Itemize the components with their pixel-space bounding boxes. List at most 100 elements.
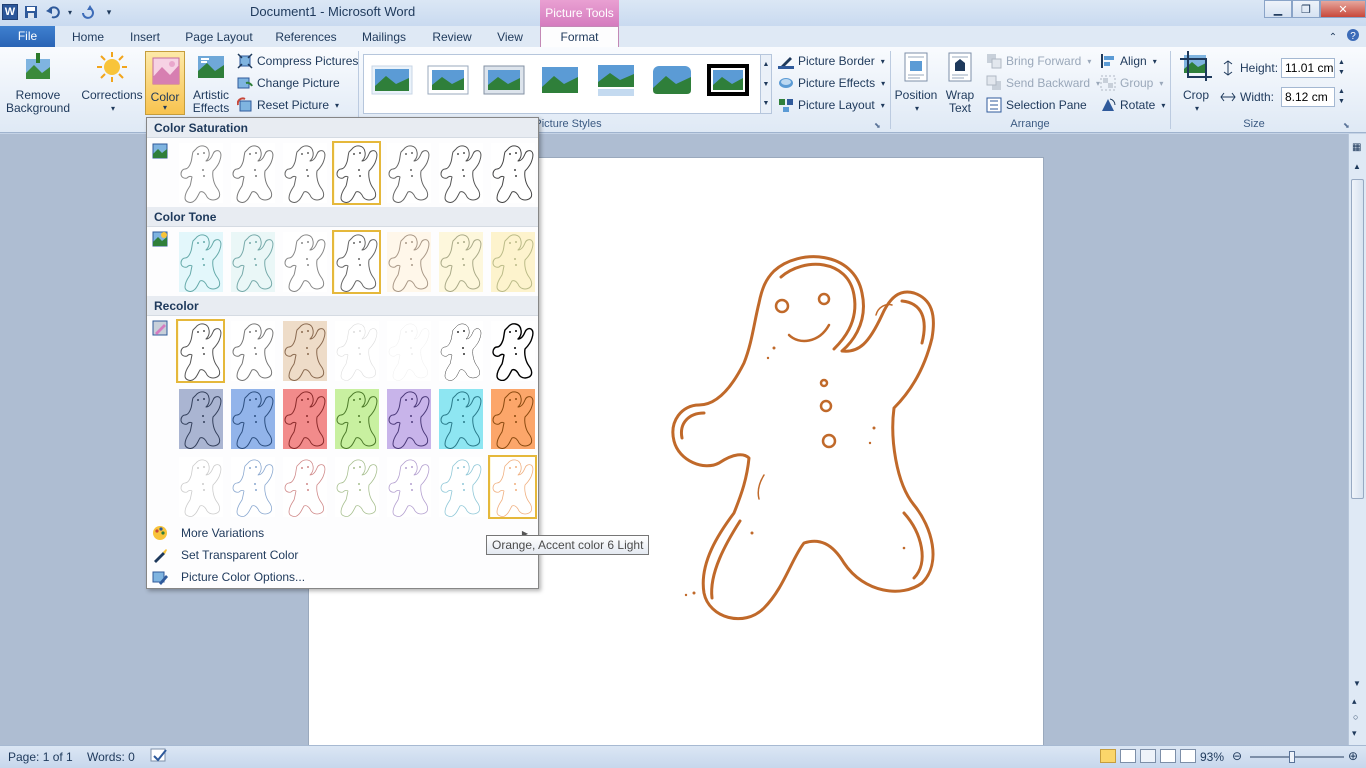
maximize-icon[interactable]: ❐ <box>1292 0 1320 18</box>
word-count[interactable]: Words: 0 <box>87 750 135 764</box>
width-spinner-icon[interactable]: ▲ ▼ <box>1338 87 1345 107</box>
picture-style-soft-edge[interactable] <box>538 62 582 98</box>
recolor-row2-option-5[interactable] <box>384 387 433 451</box>
crop-button[interactable]: Crop ▾ <box>1174 51 1218 115</box>
zoom-level[interactable]: 93% <box>1200 750 1224 764</box>
tab-format[interactable]: Format <box>540 26 619 47</box>
tab-page-layout[interactable]: Page Layout <box>178 28 260 47</box>
undo-dropdown-icon[interactable]: ▾ <box>66 3 74 21</box>
tab-review[interactable]: Review <box>424 28 480 47</box>
customize-qat-icon[interactable]: ▾ <box>100 3 118 21</box>
saturation-option-7[interactable] <box>488 141 537 205</box>
recolor-row3-option-3[interactable] <box>280 455 329 519</box>
recolor-row3-option-7[interactable] <box>488 455 537 519</box>
picture-style-simple-frame[interactable] <box>370 62 414 98</box>
recolor-row2-option-3[interactable] <box>280 387 329 451</box>
proofing-icon[interactable] <box>150 748 168 767</box>
recolor-row3-option-2[interactable] <box>228 455 277 519</box>
saturation-option-1[interactable] <box>176 141 225 205</box>
picture-style-reflected[interactable] <box>594 62 638 98</box>
tab-view[interactable]: View <box>488 28 532 47</box>
color-button[interactable]: Color ▾ <box>145 51 185 115</box>
recolor-row2-option-2[interactable] <box>228 387 277 451</box>
saturation-option-3[interactable] <box>280 141 329 205</box>
group-button[interactable]: Group ▾ <box>1100 73 1163 93</box>
undo-icon[interactable] <box>44 3 62 21</box>
outline-icon[interactable] <box>1160 749 1176 763</box>
gallery-more-icon[interactable]: ▼ <box>761 95 771 113</box>
vertical-scrollbar[interactable]: ▦ ▲ ▼ ▴ ○ ▾ <box>1348 134 1366 745</box>
gallery-down-icon[interactable]: ▼ <box>761 75 771 95</box>
change-picture-button[interactable]: Change Picture <box>237 73 340 93</box>
height-input[interactable]: 11.01 cm <box>1281 58 1335 78</box>
gallery-scroll[interactable]: ▲ ▼ ▼ <box>760 54 772 114</box>
tone-option-7[interactable] <box>488 230 537 294</box>
zoom-out-icon[interactable]: ⊖ <box>1232 749 1242 763</box>
recolor-row2-option-4[interactable] <box>332 387 381 451</box>
position-button[interactable]: Position ▾ <box>892 51 940 115</box>
tone-option-1[interactable] <box>176 230 225 294</box>
tab-mailings[interactable]: Mailings <box>352 28 416 47</box>
scroll-down-icon[interactable]: ▼ <box>1353 679 1361 688</box>
picture-border-button[interactable]: Picture Border ▾ <box>778 51 885 71</box>
recolor-row3-option-4[interactable] <box>332 455 381 519</box>
redo-icon[interactable] <box>78 3 96 21</box>
recolor-row1-option-6[interactable] <box>436 319 485 383</box>
rotate-button[interactable]: Rotate ▾ <box>1100 95 1165 115</box>
picture-effects-button[interactable]: Picture Effects ▾ <box>778 73 885 93</box>
artistic-effects-button[interactable]: Artistic Effects <box>188 51 234 115</box>
selection-pane-button[interactable]: Selection Pane <box>986 95 1087 115</box>
close-icon[interactable]: ✕ <box>1320 0 1366 18</box>
picture-style-white-frame[interactable] <box>426 62 470 98</box>
save-icon[interactable] <box>22 3 40 21</box>
gingerbread-man-picture[interactable] <box>664 243 964 633</box>
recolor-row1-option-7[interactable] <box>488 319 537 383</box>
picture-style-beveled[interactable] <box>482 62 526 98</box>
scroll-up-icon[interactable]: ▲ <box>1353 162 1361 171</box>
minimize-icon[interactable]: ▁ <box>1264 0 1292 18</box>
tab-insert[interactable]: Insert <box>122 28 168 47</box>
picture-color-options-item[interactable]: Picture Color Options... <box>147 566 538 588</box>
size-dialog-launcher-icon[interactable]: ⬊ <box>1343 121 1350 130</box>
help-icon[interactable]: ? <box>1344 28 1362 47</box>
wrap-text-button[interactable]: Wrap Text <box>940 51 980 115</box>
draft-icon[interactable] <box>1180 749 1196 763</box>
tab-references[interactable]: References <box>270 28 342 47</box>
remove-background-button[interactable]: Remove Background <box>4 51 72 115</box>
bring-forward-button[interactable]: Bring Forward ▾ <box>986 51 1091 71</box>
zoom-slider[interactable] <box>1250 751 1344 763</box>
zoom-slider-thumb[interactable] <box>1289 751 1295 763</box>
picture-layout-button[interactable]: Picture Layout ▾ <box>778 95 885 115</box>
tab-file[interactable]: File <box>0 26 55 47</box>
recolor-row3-option-6[interactable] <box>436 455 485 519</box>
send-backward-button[interactable]: Send Backward ▾ <box>986 73 1100 93</box>
saturation-option-4[interactable] <box>332 141 381 205</box>
saturation-option-6[interactable] <box>436 141 485 205</box>
gallery-up-icon[interactable]: ▲ <box>761 55 771 75</box>
recolor-row3-option-1[interactable] <box>176 455 225 519</box>
picture-styles-dialog-launcher-icon[interactable]: ⬊ <box>874 121 881 130</box>
web-layout-icon[interactable] <box>1140 749 1156 763</box>
recolor-row1-option-4[interactable] <box>332 319 381 383</box>
corrections-button[interactable]: Corrections ▾ <box>80 51 144 115</box>
tone-option-2[interactable] <box>228 230 277 294</box>
print-layout-icon[interactable] <box>1100 749 1116 763</box>
set-transparent-color-item[interactable]: Set Transparent Color <box>147 544 538 566</box>
compress-pictures-button[interactable]: Compress Pictures <box>237 51 358 71</box>
recolor-row1-option-2[interactable] <box>228 319 277 383</box>
tone-option-6[interactable] <box>436 230 485 294</box>
recolor-row2-option-7[interactable] <box>488 387 537 451</box>
recolor-row2-option-1[interactable] <box>176 387 225 451</box>
full-screen-reading-icon[interactable] <box>1120 749 1136 763</box>
align-button[interactable]: Align ▾ <box>1100 51 1157 71</box>
recolor-row1-option-3[interactable] <box>280 319 329 383</box>
picture-style-thick-black-frame[interactable] <box>706 62 750 98</box>
select-browse-object-icon[interactable]: ○ <box>1353 712 1358 722</box>
recolor-row1-option-1[interactable] <box>176 319 225 383</box>
saturation-option-5[interactable] <box>384 141 433 205</box>
picture-style-soft-rounded[interactable] <box>650 62 694 98</box>
tab-home[interactable]: Home <box>62 28 114 47</box>
minimize-ribbon-icon[interactable]: ⌃ <box>1324 28 1342 47</box>
recolor-row3-option-5[interactable] <box>384 455 433 519</box>
scrollbar-thumb[interactable] <box>1351 179 1364 499</box>
